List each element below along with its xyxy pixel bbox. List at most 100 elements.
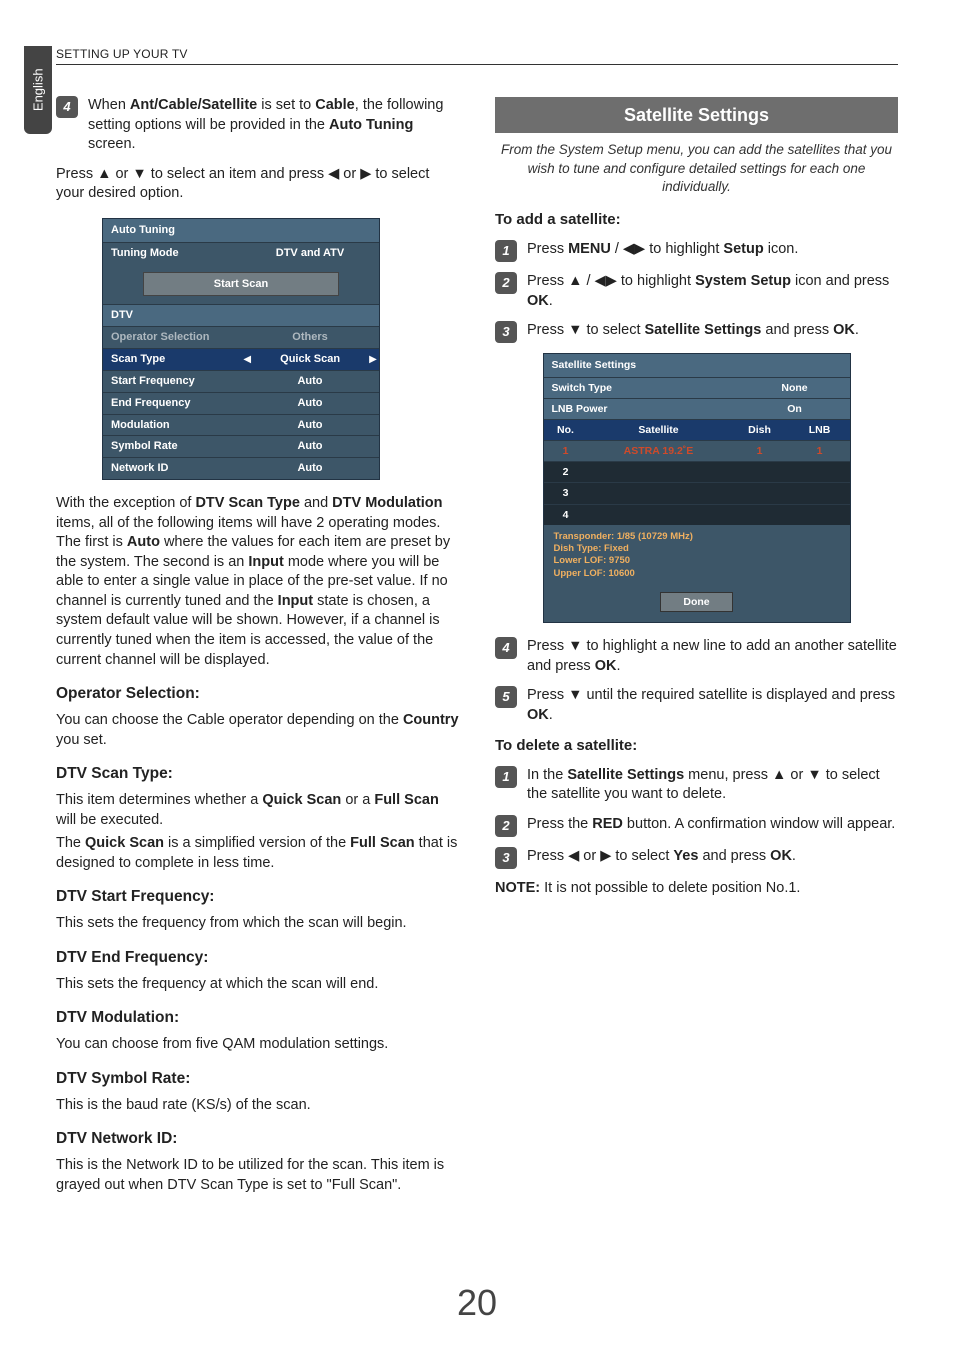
osd-row-tuning-mode[interactable]: Tuning Mode DTV and ATV — [103, 242, 379, 264]
text-bold: Input — [248, 554, 283, 570]
osd-row-network-id[interactable]: Network ID Auto — [103, 457, 379, 479]
text: menu, press — [684, 767, 772, 783]
osd-label: Tuning Mode — [103, 243, 241, 264]
text-bold: Satellite Settings — [567, 767, 684, 783]
col-lnb: LNB — [790, 420, 850, 440]
step-4-press-text: Press ▲ or ▼ to select an item and press… — [56, 165, 459, 204]
osd-value: Others — [241, 327, 379, 348]
osd-table-row-3[interactable]: 3 — [544, 482, 850, 503]
osd-row-switch-type[interactable]: Switch Type None — [544, 377, 850, 398]
osd-row-scan-type[interactable]: Scan Type ◀ Quick Scan ▶ — [103, 348, 379, 370]
osd-label: Scan Type — [103, 349, 241, 370]
left-column: 4 When Ant/Cable/Satellite is set to Cab… — [56, 96, 459, 1272]
cell-lnb — [790, 483, 850, 503]
cell-satellite: ASTRA 19.2˚E — [588, 441, 730, 461]
text: or — [579, 848, 600, 864]
text: icon. — [764, 241, 799, 257]
text: is a simplified version of the — [164, 835, 350, 851]
osd-row-modulation[interactable]: Modulation Auto — [103, 414, 379, 436]
language-tab-label: English — [29, 69, 47, 112]
text-bold: Full Scan — [350, 835, 414, 851]
osd-label: Start Frequency — [103, 371, 241, 392]
text-bold: Country — [403, 712, 459, 728]
text: Press — [527, 848, 568, 864]
info-upper-lof: Upper LOF: 10600 — [554, 568, 840, 580]
note-label: NOTE: — [495, 880, 540, 896]
osd-start-scan-button[interactable]: Start Scan — [143, 272, 339, 297]
text: screen. — [88, 136, 136, 152]
cell-lnb — [790, 505, 850, 525]
osd-row-lnb-power[interactable]: LNB Power On — [544, 398, 850, 419]
osd-row-end-freq[interactable]: End Frequency Auto — [103, 392, 379, 414]
osd-label: End Frequency — [103, 393, 241, 414]
col-dish: Dish — [730, 420, 790, 440]
para-symbol-rate: This is the baud rate (KS/s) of the scan… — [56, 1096, 459, 1116]
down-arrow-icon: ▼ — [568, 322, 582, 338]
osd-row-operator[interactable]: Operator Selection Others — [103, 326, 379, 348]
text: . — [792, 848, 796, 864]
text-bold: OK — [595, 658, 617, 674]
left-arrow-icon[interactable]: ◀ — [241, 349, 253, 370]
osd-title: Satellite Settings — [544, 354, 850, 376]
down-arrow-icon: ▼ — [568, 638, 582, 654]
osd-row-start-freq[interactable]: Start Frequency Auto — [103, 370, 379, 392]
osd-table-row-2[interactable]: 2 — [544, 461, 850, 482]
text: and press — [698, 848, 770, 864]
text: . — [616, 658, 620, 674]
del-step-3-body: Press ◀ or ▶ to select Yes and press OK. — [527, 847, 898, 869]
right-arrow-icon[interactable]: ▶ — [367, 349, 379, 370]
text: When — [88, 97, 130, 113]
add-step-1: 1 Press MENU / ◀▶ to highlight Setup ico… — [495, 240, 898, 262]
osd-done-button[interactable]: Done — [660, 592, 732, 612]
leftright-arrow-icon: ◀▶ — [623, 241, 645, 257]
osd-info: Transponder: 1/85 (10729 MHz) Dish Type:… — [544, 525, 850, 586]
osd-value: Auto — [241, 415, 379, 436]
osd-start-scan-wrap: Start Scan — [103, 264, 379, 305]
text-bold: MENU — [568, 241, 611, 257]
info-dish-type: Dish Type: Fixed — [554, 543, 840, 555]
text-bold: Auto — [127, 534, 160, 550]
text-bold: OK — [527, 707, 549, 723]
note-text: It is not possible to delete position No… — [540, 880, 800, 896]
text: icon and press — [791, 273, 889, 289]
add-step-2-body: Press ▲ / ◀▶ to highlight System Setup i… — [527, 272, 898, 311]
osd-value: Auto — [241, 393, 379, 414]
step-marker-1: 1 — [495, 240, 517, 262]
text-bold: OK — [770, 848, 792, 864]
text-bold: Cable — [315, 97, 355, 113]
step-4-body: When Ant/Cable/Satellite is set to Cable… — [88, 96, 459, 155]
note: NOTE: It is not possible to delete posit… — [495, 879, 898, 899]
text-bold: System Setup — [695, 273, 791, 289]
text: / — [611, 241, 623, 257]
cell-lnb: 1 — [790, 441, 850, 461]
down-arrow-icon: ▼ — [132, 166, 146, 182]
text: With the exception of — [56, 495, 195, 511]
del-step-2-body: Press the RED button. A confirmation win… — [527, 815, 898, 837]
step-marker-2: 2 — [495, 815, 517, 837]
right-arrow-icon: ▶ — [600, 848, 611, 864]
cell-dish: 1 — [730, 441, 790, 461]
osd-table-row-4[interactable]: 4 — [544, 504, 850, 525]
text-bold: Input — [278, 593, 313, 609]
info-transponder: Transponder: 1/85 (10729 MHz) — [554, 531, 840, 543]
text-bold: OK — [527, 293, 549, 309]
osd-row-symbol-rate[interactable]: Symbol Rate Auto — [103, 435, 379, 457]
osd-value: Quick Scan — [253, 349, 367, 370]
text: . — [549, 293, 553, 309]
text: Press the — [527, 816, 592, 832]
osd-label: Modulation — [103, 415, 241, 436]
osd-table-row-1[interactable]: 1 ASTRA 19.2˚E 1 1 — [544, 440, 850, 461]
text: is set to — [257, 97, 315, 113]
text: In the — [527, 767, 567, 783]
text: / — [582, 273, 594, 289]
add-step-5: 5 Press ▼ until the required satellite i… — [495, 686, 898, 725]
cell-dish — [730, 462, 790, 482]
left-arrow-icon: ◀ — [568, 848, 579, 864]
cell-satellite — [588, 505, 730, 525]
osd-value: Auto — [241, 436, 379, 457]
text: or — [786, 767, 807, 783]
heading-dtv-network-id: DTV Network ID: — [56, 1129, 459, 1150]
osd-label: LNB Power — [544, 399, 740, 419]
leftright-arrow-icon: ◀▶ — [595, 273, 617, 289]
text: or — [111, 166, 132, 182]
